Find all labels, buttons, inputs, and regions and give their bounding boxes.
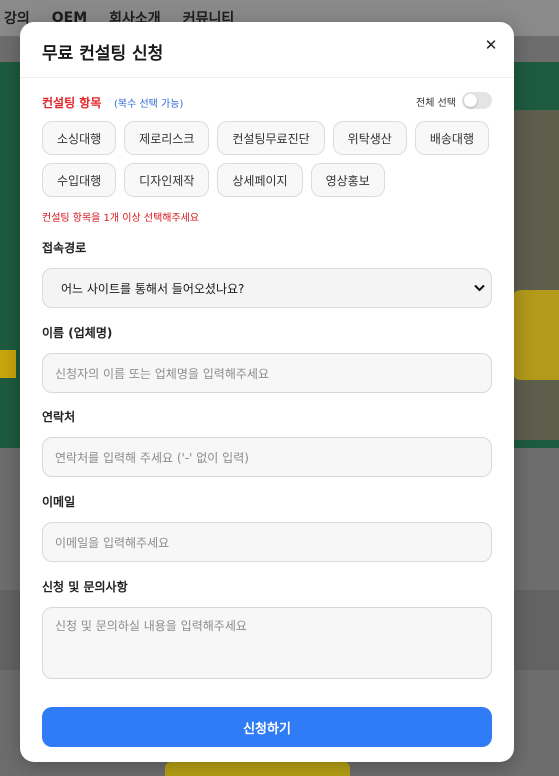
chevron-down-icon: [474, 281, 485, 295]
chip-design[interactable]: 디자인제작: [124, 163, 210, 197]
inquiry-textarea[interactable]: 신청 및 문의하실 내용을 입력해주세요: [42, 607, 492, 679]
submit-button[interactable]: 신청하기: [42, 707, 492, 747]
chip-free-diagnosis[interactable]: 컨설팅무료진단: [217, 121, 325, 155]
chip-oem-production[interactable]: 위탁생산: [332, 121, 407, 155]
background-cta-button: [165, 762, 350, 776]
inquiry-label: 신청 및 문의사항: [42, 580, 128, 594]
category-error: 컨설팅 항목을 1개 이상 선택해주세요: [42, 213, 200, 224]
chip-import[interactable]: 수입대행: [42, 163, 117, 197]
chip-video[interactable]: 영상홍보: [310, 163, 385, 197]
select-all-toggle[interactable]: [462, 92, 492, 109]
name-label: 이름 (업체명): [42, 326, 113, 340]
name-placeholder: 신청자의 이름 또는 업체명을 입력해주세요: [55, 366, 269, 381]
category-chips: 소싱대행 제로리스크 컨설팅무료진단 위탁생산 배송대행 수입대행 디자인제작 …: [42, 121, 492, 197]
close-button[interactable]: ✕: [480, 34, 502, 56]
source-select-value: 어느 사이트를 통해서 들어오셨나요?: [61, 281, 245, 296]
inquiry-placeholder: 신청 및 문의하실 내용을 입력해주세요: [55, 619, 247, 633]
consulting-modal: 무료 컨설팅 신청 ✕ 컨설팅 항목 (복수 선택 가능) 전체 선택 소싱대행…: [20, 22, 514, 762]
name-input[interactable]: 신청자의 이름 또는 업체명을 입력해주세요: [42, 353, 492, 393]
source-select[interactable]: 어느 사이트를 통해서 들어오셨나요?: [42, 268, 492, 308]
chip-detail-page[interactable]: 상세페이지: [217, 163, 303, 197]
background-hero-illustration-accent: [511, 290, 559, 380]
phone-placeholder: 연락처를 입력해 주세요 ('-' 없이 입력): [55, 450, 249, 465]
chip-sourcing[interactable]: 소싱대행: [42, 121, 117, 155]
email-placeholder: 이메일을 입력해주세요: [55, 535, 170, 550]
category-hint: (복수 선택 가능): [114, 99, 184, 110]
modal-header: 무료 컨설팅 신청 ✕: [20, 22, 514, 78]
modal-title: 무료 컨설팅 신청: [42, 44, 164, 64]
phone-label: 연락처: [42, 410, 76, 424]
source-label: 접속경로: [42, 241, 87, 255]
chip-shipping[interactable]: 배송대행: [414, 121, 489, 155]
close-icon: ✕: [484, 36, 498, 54]
background-hero-illustration: [511, 110, 559, 440]
category-label: 컨설팅 항목: [42, 96, 102, 110]
toggle-knob: [464, 94, 477, 107]
select-all-label: 전체 선택: [416, 98, 456, 109]
phone-input[interactable]: 연락처를 입력해 주세요 ('-' 없이 입력): [42, 437, 492, 477]
email-label: 이메일: [42, 495, 76, 509]
email-input[interactable]: 이메일을 입력해주세요: [42, 522, 492, 562]
chip-zero-risk[interactable]: 제로리스크: [124, 121, 210, 155]
background-hero-accent: [0, 350, 16, 378]
